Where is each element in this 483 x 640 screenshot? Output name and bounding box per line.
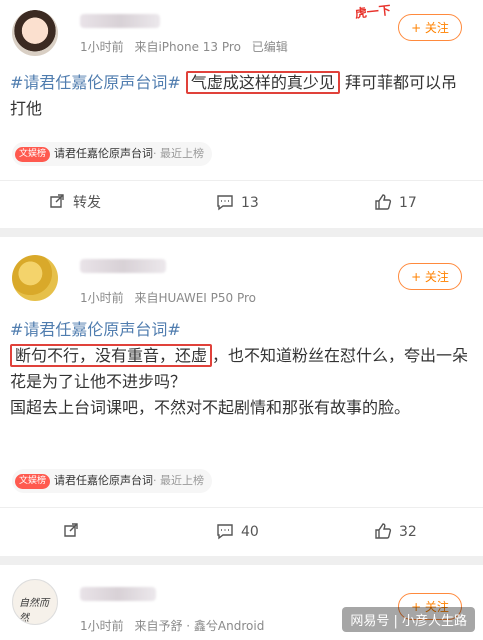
post-meta: 1小时前 来自iPhone 13 Pro 已编辑 bbox=[80, 38, 295, 55]
like-icon bbox=[375, 523, 392, 539]
follow-button[interactable]: + 关注 bbox=[398, 263, 462, 290]
post-separator bbox=[0, 556, 483, 565]
like-icon bbox=[375, 194, 392, 210]
highlighted-phrase: 气虚成这样的真少见 bbox=[185, 71, 340, 94]
comment-icon bbox=[217, 524, 233, 540]
repost-icon bbox=[64, 523, 78, 537]
repost-icon bbox=[50, 194, 64, 208]
chip-suffix: · 最近上榜 bbox=[153, 474, 205, 487]
like-button[interactable]: 17 bbox=[374, 186, 417, 220]
topic-chip[interactable]: 文娱榜 请君任嘉伦原声台词· 最近上榜 bbox=[12, 142, 213, 166]
watermark: 网易号 | 小彦人生路 bbox=[342, 607, 475, 632]
chip-text: 请君任嘉伦原声台词 bbox=[54, 147, 154, 160]
username-blurred[interactable] bbox=[80, 14, 160, 28]
edited-label: 已编辑 bbox=[251, 40, 288, 54]
hashtag-link[interactable]: #请君任嘉伦原声台词# bbox=[10, 317, 471, 343]
post-time: 1小时前 bbox=[80, 291, 124, 305]
divider bbox=[0, 507, 483, 508]
post-text: #请君任嘉伦原声台词# 断句不行，没有重音，还虚 ，也不知道粉丝在怼什么，夸出一朵… bbox=[10, 317, 471, 421]
post-source: 来自HUAWEI P50 Pro bbox=[134, 291, 256, 305]
comment-count: 40 bbox=[241, 524, 259, 540]
action-bar: 转发 13 17 bbox=[0, 186, 483, 220]
username-blurred[interactable] bbox=[80, 587, 156, 601]
post-source: 来自iPhone 13 Pro bbox=[134, 40, 241, 54]
like-button[interactable]: 32 bbox=[374, 515, 417, 549]
chip-suffix: · 最近上榜 bbox=[153, 147, 205, 160]
post-card-1: 虎一下 + 关注 1小时前 来自iPhone 13 Pro 已编辑 #请君任嘉伦… bbox=[0, 0, 483, 226]
post-source: 来自予舒 · 鑫兮Android bbox=[134, 619, 265, 633]
chip-badge: 文娱榜 bbox=[15, 147, 51, 162]
comment-icon bbox=[217, 195, 233, 211]
chip-text: 请君任嘉伦原声台词 bbox=[54, 474, 154, 487]
repost-label: 转发 bbox=[73, 195, 101, 211]
comment-button[interactable]: 40 bbox=[216, 515, 259, 549]
hashtag-link[interactable]: #请君任嘉伦原声台词# bbox=[10, 73, 181, 92]
action-bar: 40 32 bbox=[0, 515, 483, 549]
repost-button[interactable]: 转发 bbox=[48, 186, 101, 220]
post-meta: 1小时前 来自HUAWEI P50 Pro bbox=[80, 289, 263, 306]
comment-count: 13 bbox=[241, 195, 259, 211]
repost-button[interactable] bbox=[62, 515, 87, 549]
username-blurred[interactable] bbox=[80, 259, 166, 273]
post-meta: 1小时前 来自予舒 · 鑫兮Android bbox=[80, 617, 271, 634]
post-time: 1小时前 bbox=[80, 619, 124, 633]
like-count: 32 bbox=[399, 524, 417, 540]
chip-badge: 文娱榜 bbox=[15, 474, 51, 489]
post-card-2: + 关注 1小时前 来自HUAWEI P50 Pro #请君任嘉伦原声台词# 断… bbox=[0, 237, 483, 555]
post-text: #请君任嘉伦原声台词# 气虚成这样的真少见 拜可菲都可以吊打他 bbox=[10, 70, 471, 122]
user-avatar[interactable] bbox=[12, 10, 58, 56]
post-time: 1小时前 bbox=[80, 40, 124, 54]
comment-button[interactable]: 13 bbox=[216, 186, 259, 220]
post-separator bbox=[0, 228, 483, 237]
avatar-lettering: 自然而然 bbox=[19, 598, 49, 624]
post-text-line: 国超去上台词课吧，不然对不起剧情和那张有故事的脸。 bbox=[10, 398, 411, 417]
user-avatar[interactable]: 自然而然 bbox=[12, 579, 58, 625]
highlighted-phrase: 断句不行，没有重音，还虚 bbox=[10, 344, 213, 367]
topic-chip[interactable]: 文娱榜 请君任嘉伦原声台词· 最近上榜 bbox=[12, 469, 213, 493]
follow-button[interactable]: + 关注 bbox=[398, 14, 462, 41]
like-count: 17 bbox=[399, 195, 417, 211]
divider bbox=[0, 180, 483, 181]
user-avatar[interactable] bbox=[12, 255, 58, 301]
